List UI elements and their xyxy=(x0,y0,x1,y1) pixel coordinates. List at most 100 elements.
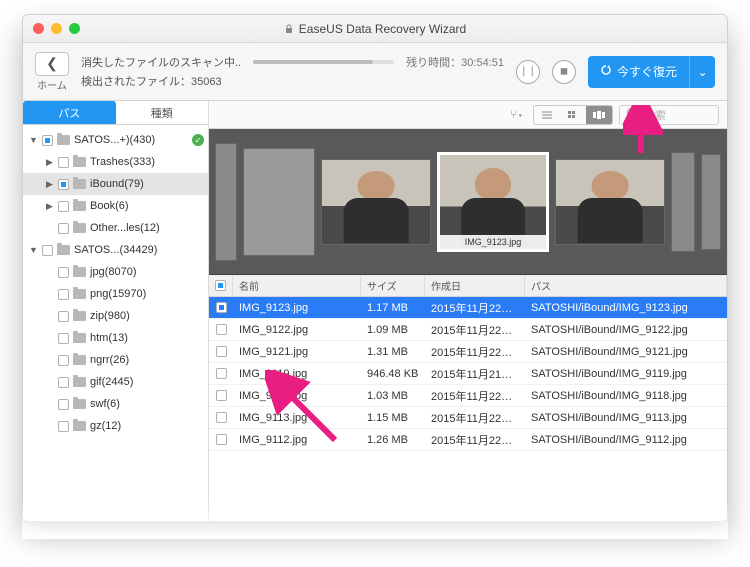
folder-icon xyxy=(73,201,86,211)
table-row[interactable]: IMG_9119.jpg 946.48 KB 2015年11月21日... SA… xyxy=(209,363,727,385)
tree-item-label: swf(6) xyxy=(90,398,120,410)
table-row[interactable]: IMG_9123.jpg 1.17 MB 2015年11月22日... SATO… xyxy=(209,297,727,319)
checkbox[interactable] xyxy=(58,201,69,212)
filter-icon[interactable]: ⑂▾ xyxy=(507,106,527,124)
tree-item[interactable]: swf(6) xyxy=(23,393,208,415)
tab-type[interactable]: 種類 xyxy=(116,101,209,124)
checkbox[interactable] xyxy=(58,311,69,322)
folder-icon xyxy=(73,179,86,189)
file-path: SATOSHI/iBound/IMG_9122.jpg xyxy=(525,324,727,336)
recover-button[interactable]: 今すぐ復元 ⌄ xyxy=(588,56,715,88)
back-button[interactable]: ❮ xyxy=(35,52,69,76)
folder-icon xyxy=(73,289,86,299)
tree-item[interactable]: ▶ iBound(79) xyxy=(23,173,208,195)
file-name: IMG_9122.jpg xyxy=(233,324,361,336)
tree-item[interactable]: jpg(8070) xyxy=(23,261,208,283)
checkbox[interactable] xyxy=(216,324,227,335)
checkbox[interactable] xyxy=(58,157,69,168)
file-list[interactable]: IMG_9123.jpg 1.17 MB 2015年11月22日... SATO… xyxy=(209,297,727,521)
checkbox[interactable] xyxy=(58,267,69,278)
preview-caption: IMG_9123.jpg xyxy=(440,235,546,249)
app-window: EaseUS Data Recovery Wizard ❮ ホーム 消失したファ… xyxy=(22,14,728,522)
pause-button[interactable]: ❘❘ xyxy=(516,60,540,84)
preview-thumb-selected[interactable]: IMG_9123.jpg xyxy=(437,152,549,252)
folder-icon xyxy=(73,399,86,409)
disclosure-icon[interactable]: ▶ xyxy=(45,157,54,168)
coverflow-preview[interactable]: IMG_9123.jpg xyxy=(209,129,727,275)
checkbox[interactable] xyxy=(58,289,69,300)
column-name[interactable]: 名前 xyxy=(233,275,361,296)
tree-item[interactable]: gif(2445) xyxy=(23,371,208,393)
table-row[interactable]: IMG_9122.jpg 1.09 MB 2015年11月22日... SATO… xyxy=(209,319,727,341)
disclosure-icon[interactable]: ▼ xyxy=(29,135,38,145)
table-row[interactable]: IMG_9113.jpg 1.15 MB 2015年11月22日... SATO… xyxy=(209,407,727,429)
disclosure-icon[interactable]: ▶ xyxy=(45,201,54,212)
checkbox[interactable] xyxy=(42,135,53,146)
column-size[interactable]: サイズ xyxy=(361,275,425,296)
file-name: IMG_9118.jpg xyxy=(233,390,361,402)
checkbox[interactable] xyxy=(216,412,227,423)
stop-button[interactable]: ◼ xyxy=(552,60,576,84)
folder-icon xyxy=(73,311,86,321)
file-name: IMG_9123.jpg xyxy=(233,302,361,314)
disclosure-icon[interactable]: ▶ xyxy=(45,179,54,190)
file-date: 2015年11月22日... xyxy=(425,300,525,316)
scan-status: 消失したファイルのスキャン中.. 残り時間：30:54:51 検出されたファイル… xyxy=(81,54,504,89)
tree-item-label: gif(2445) xyxy=(90,376,133,388)
folder-tree[interactable]: ▼ SATOS...+)(430) ✓▶ Trashes(333) ▶ iBou… xyxy=(23,125,208,521)
folder-icon xyxy=(57,135,70,145)
toolbar: ❮ ホーム 消失したファイルのスキャン中.. 残り時間：30:54:51 検出さ… xyxy=(23,43,727,101)
file-date: 2015年11月21日... xyxy=(425,366,525,382)
file-date: 2015年11月22日... xyxy=(425,410,525,426)
chevron-down-icon[interactable]: ⌄ xyxy=(689,56,715,88)
checkbox[interactable] xyxy=(216,390,227,401)
view-mode-group xyxy=(533,105,613,125)
grid-view-button[interactable] xyxy=(560,106,586,124)
checkbox[interactable] xyxy=(58,333,69,344)
refresh-icon xyxy=(600,64,612,79)
tree-item[interactable]: png(15970) xyxy=(23,283,208,305)
tree-item[interactable]: ▶ Book(6) xyxy=(23,195,208,217)
tree-item[interactable]: ▼ SATOS...+)(430) ✓ xyxy=(23,129,208,151)
search-icon: 🔍 xyxy=(626,108,640,121)
checkbox[interactable] xyxy=(216,368,227,379)
tree-item[interactable]: htm(13) xyxy=(23,327,208,349)
check-badge-icon: ✓ xyxy=(192,134,204,146)
search-input[interactable]: 🔍 検索 xyxy=(619,105,719,125)
checkbox[interactable] xyxy=(58,223,69,234)
checkbox[interactable] xyxy=(58,399,69,410)
disclosure-icon[interactable]: ▼ xyxy=(29,245,38,255)
tree-item[interactable]: gz(12) xyxy=(23,415,208,437)
tree-item[interactable]: ngrr(26) xyxy=(23,349,208,371)
checkbox[interactable] xyxy=(58,421,69,432)
tree-item[interactable]: ▶ Trashes(333) xyxy=(23,151,208,173)
folder-icon xyxy=(73,355,86,365)
checkbox[interactable] xyxy=(58,377,69,388)
table-row[interactable]: IMG_9118.jpg 1.03 MB 2015年11月22日... SATO… xyxy=(209,385,727,407)
file-name: IMG_9112.jpg xyxy=(233,434,361,446)
checkbox[interactable] xyxy=(58,355,69,366)
tree-item[interactable]: zip(980) xyxy=(23,305,208,327)
tree-item[interactable]: ▼ SATOS...(34429) xyxy=(23,239,208,261)
coverflow-view-button[interactable] xyxy=(586,106,612,124)
tree-item-label: jpg(8070) xyxy=(90,266,136,278)
file-date: 2015年11月22日... xyxy=(425,322,525,338)
file-path: SATOSHI/iBound/IMG_9119.jpg xyxy=(525,368,727,380)
checkbox[interactable] xyxy=(216,346,227,357)
table-row[interactable]: IMG_9121.jpg 1.31 MB 2015年11月22日... SATO… xyxy=(209,341,727,363)
checkbox[interactable] xyxy=(58,179,69,190)
checkbox[interactable] xyxy=(42,245,53,256)
table-row[interactable]: IMG_9112.jpg 1.26 MB 2015年11月22日... SATO… xyxy=(209,429,727,451)
checkbox[interactable] xyxy=(216,434,227,445)
found-count: 35063 xyxy=(191,76,222,88)
list-view-button[interactable] xyxy=(534,106,560,124)
tree-item[interactable]: Other...les(12) xyxy=(23,217,208,239)
folder-icon xyxy=(73,377,86,387)
column-path[interactable]: パス xyxy=(525,275,727,296)
column-date[interactable]: 作成日 xyxy=(425,275,525,296)
folder-icon xyxy=(73,267,86,277)
file-size: 946.48 KB xyxy=(361,368,425,380)
column-checkbox[interactable] xyxy=(209,275,233,296)
checkbox[interactable] xyxy=(216,302,227,313)
tab-path[interactable]: パス xyxy=(23,101,116,124)
